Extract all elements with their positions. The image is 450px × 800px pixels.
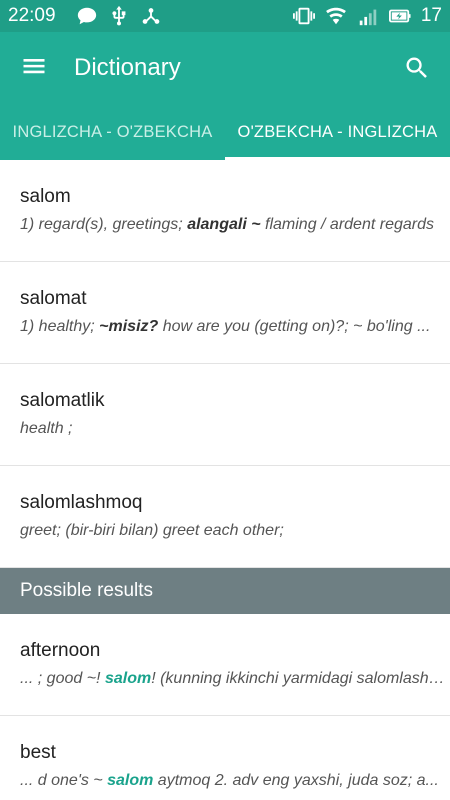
list-item[interactable]: salomat 1) healthy; ~misiz? how are you … bbox=[0, 262, 450, 364]
language-tabs: INGLIZCHA - O'ZBEKCHA O'ZBEKCHA - INGLIZ… bbox=[0, 104, 450, 160]
entry-word: salomat bbox=[20, 288, 87, 309]
list-item[interactable]: best ... d one's ~ salom aytmoq 2. adv e… bbox=[0, 716, 450, 800]
wifi-icon bbox=[325, 5, 347, 27]
entry-definition: 1) healthy; ~misiz? how are you (getting… bbox=[20, 318, 431, 335]
entry-word: best bbox=[20, 742, 56, 763]
search-icon[interactable] bbox=[400, 51, 434, 85]
list-item[interactable]: salomlashmoq greet; (bir-biri bilan) gre… bbox=[0, 466, 450, 568]
usb-icon bbox=[108, 5, 130, 27]
entry-word: salomlashmoq bbox=[20, 492, 143, 513]
chat-icon bbox=[76, 5, 98, 27]
list-item[interactable]: afternoon ... ; good ~! salom! (kunning … bbox=[0, 614, 450, 716]
status-time: 22:09 bbox=[8, 5, 56, 26]
app-bar: Dictionary bbox=[0, 32, 450, 104]
share-icon bbox=[140, 5, 162, 27]
list-item[interactable]: salom 1) regard(s), greetings; alangali … bbox=[0, 160, 450, 262]
entry-definition: greet; (bir-biri bilan) greet each other… bbox=[20, 522, 284, 539]
entry-definition: ... ; good ~! salom! (kunning ikkinchi y… bbox=[20, 670, 446, 687]
page-title: Dictionary bbox=[74, 54, 181, 81]
entry-word: salom bbox=[20, 186, 71, 207]
entry-definition: 1) regard(s), greetings; alangali ~ flam… bbox=[20, 216, 434, 233]
entry-word: salomatlik bbox=[20, 390, 105, 411]
entry-definition: ... d one's ~ salom aytmoq 2. adv eng ya… bbox=[20, 772, 439, 789]
list-item[interactable]: salomatlik health ; bbox=[0, 364, 450, 466]
results-list: salom 1) regard(s), greetings; alangali … bbox=[0, 160, 450, 800]
section-header-possible-results: Possible results bbox=[0, 568, 450, 614]
battery-level: 17 bbox=[420, 5, 442, 26]
status-bar: 22:09 17 bbox=[0, 0, 450, 32]
tab-english-uzbek[interactable]: INGLIZCHA - O'ZBEKCHA bbox=[0, 104, 225, 160]
entry-definition: health ; bbox=[20, 420, 73, 437]
tab-uzbek-english[interactable]: O'ZBEKCHA - INGLIZCHA bbox=[225, 104, 450, 160]
menu-icon[interactable] bbox=[20, 52, 48, 85]
battery-charging-icon bbox=[388, 5, 411, 27]
vibrate-icon bbox=[292, 5, 315, 27]
signal-4g-icon bbox=[357, 5, 379, 27]
entry-word: afternoon bbox=[20, 640, 101, 661]
